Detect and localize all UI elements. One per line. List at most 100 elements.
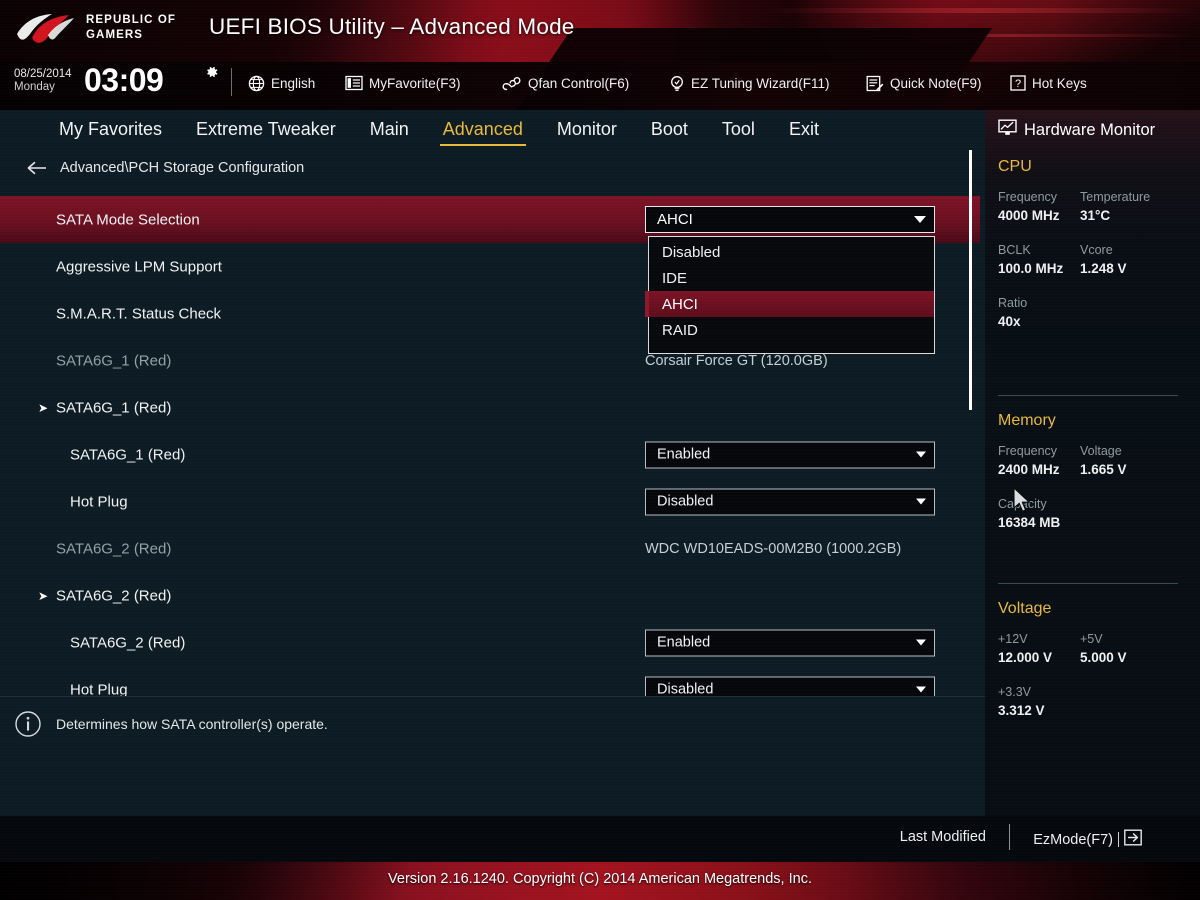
tab-tool[interactable]: Tool bbox=[705, 117, 772, 145]
header-streak bbox=[760, 8, 1200, 13]
mouse-cursor bbox=[1013, 487, 1033, 515]
header-item-hot-keys[interactable]: ? Hot Keys bbox=[1010, 72, 1087, 94]
submenu-arrow-icon: ➤ bbox=[38, 588, 49, 603]
system-weekday: Monday bbox=[14, 81, 55, 93]
select-value: Enabled bbox=[657, 446, 711, 463]
select-value: Disabled bbox=[657, 681, 714, 697]
ezmode-label: EzMode(F7) bbox=[1033, 831, 1113, 848]
hw-cell-cpu-bclk: BCLK 100.0 MHz bbox=[998, 242, 1080, 279]
question-icon: ? bbox=[1010, 75, 1026, 91]
select-sata6g-2-enable[interactable]: Enabled bbox=[645, 629, 935, 656]
hw-value: 31°C bbox=[1080, 208, 1111, 223]
chevron-down-icon bbox=[906, 216, 934, 223]
hw-row: BCLK 100.0 MHz Vcore 1.248 V bbox=[998, 242, 1190, 279]
rog-line-2: GAMERS bbox=[86, 29, 144, 41]
gear-icon[interactable] bbox=[203, 64, 219, 80]
tab-main[interactable]: Main bbox=[353, 117, 426, 145]
hw-row: +12V 12.000 V +5V 5.000 V bbox=[998, 631, 1190, 668]
chevron-down-icon bbox=[908, 639, 934, 646]
header-item-label: Hot Keys bbox=[1032, 75, 1087, 91]
back-arrow-icon[interactable] bbox=[26, 160, 48, 176]
globe-icon bbox=[248, 75, 265, 92]
tab-my-favorites[interactable]: My Favorites bbox=[42, 117, 179, 145]
svg-text:?: ? bbox=[1015, 78, 1021, 90]
hw-cell-voltage-12v: +12V 12.000 V bbox=[998, 631, 1080, 668]
exit-arrow-icon bbox=[1124, 829, 1142, 850]
tab-monitor[interactable]: Monitor bbox=[540, 117, 634, 145]
select-sata6g-1-hot-plug[interactable]: Disabled bbox=[645, 488, 935, 515]
hw-key: Vcore bbox=[1080, 243, 1113, 257]
select-sata6g-1-enable[interactable]: Enabled bbox=[645, 441, 935, 468]
main-tab-bar: My Favorites Extreme Tweaker Main Advanc… bbox=[0, 110, 985, 152]
page-title: UEFI BIOS Utility – Advanced Mode bbox=[209, 14, 575, 39]
setting-row-sata6g-1-hot-plug[interactable]: Hot Plug Disabled bbox=[0, 478, 980, 525]
dropdown-option-ahci[interactable]: AHCI bbox=[649, 291, 934, 317]
hw-cell-voltage-33v: +3.3V 3.312 V bbox=[998, 684, 1080, 721]
hw-value: 2400 MHz bbox=[998, 462, 1060, 477]
setting-label: S.M.A.R.T. Status Check bbox=[56, 305, 222, 322]
header-item-ez-tuning-wizard[interactable]: EZ Tuning Wizard(F11) bbox=[669, 72, 830, 94]
setting-row-sata6g-1-enable[interactable]: SATA6G_1 (Red) Enabled bbox=[0, 431, 980, 478]
dropdown-options-sata-mode[interactable]: Disabled IDE AHCI RAID bbox=[648, 236, 935, 354]
select-sata-mode-selection[interactable]: AHCI bbox=[645, 206, 935, 233]
hw-key: +3.3V bbox=[998, 685, 1032, 699]
device-name: Corsair Force GT (120.0GB) bbox=[645, 352, 828, 369]
hw-value: 1.248 V bbox=[1080, 261, 1127, 276]
tab-advanced[interactable]: Advanced bbox=[426, 117, 540, 146]
tab-boot[interactable]: Boot bbox=[634, 117, 705, 145]
setting-label: SATA Mode Selection bbox=[56, 211, 200, 228]
help-bar: Determines how SATA controller(s) operat… bbox=[0, 696, 985, 758]
tab-exit[interactable]: Exit bbox=[772, 117, 836, 145]
last-modified-button[interactable]: Last Modified bbox=[900, 829, 986, 845]
setting-row-sata6g-2-device: SATA6G_2 (Red) WDC WD10EADS-00M2B0 (1000… bbox=[0, 525, 980, 572]
header-item-quick-note[interactable]: Quick Note(F9) bbox=[866, 72, 982, 94]
ezmode-button[interactable]: EzMode(F7) bbox=[1033, 829, 1142, 850]
hw-row: +3.3V 3.312 V bbox=[998, 684, 1190, 721]
system-clock: 03:09 bbox=[84, 62, 164, 98]
hw-cell-voltage-5v: +5V 5.000 V bbox=[1080, 631, 1190, 668]
footer-bar: Version 2.16.1240. Copyright (C) 2014 Am… bbox=[0, 862, 1200, 900]
hw-group-title: Memory bbox=[998, 412, 1056, 429]
hw-key: Ratio bbox=[998, 296, 1028, 310]
device-name: WDC WD10EADS-00M2B0 (1000.2GB) bbox=[645, 540, 902, 557]
setting-row-sata6g-2-submenu[interactable]: ➤ SATA6G_2 (Red) bbox=[0, 572, 980, 619]
breadcrumb-path: Advanced\PCH Storage Configuration bbox=[60, 160, 305, 176]
hardware-monitor-panel: Hardware Monitor CPU Frequency 4000 MHz … bbox=[985, 110, 1200, 816]
hw-value: 3.312 V bbox=[998, 703, 1045, 718]
hw-cell-cpu-frequency: Frequency 4000 MHz bbox=[998, 189, 1080, 226]
setting-label: SATA6G_2 (Red) bbox=[70, 634, 186, 651]
setting-row-sata6g-2-enable[interactable]: SATA6G_2 (Red) Enabled bbox=[0, 619, 980, 666]
rog-line-1: REPUBLIC OF bbox=[86, 14, 177, 26]
content-scrollbar[interactable] bbox=[969, 150, 972, 410]
select-value: AHCI bbox=[657, 211, 693, 228]
bottom-divider bbox=[1009, 824, 1010, 850]
setting-label: SATA6G_1 (Red) bbox=[56, 352, 172, 369]
dropdown-option-raid[interactable]: RAID bbox=[649, 317, 934, 343]
setting-label: Aggressive LPM Support bbox=[56, 258, 222, 275]
setting-row-sata6g-1-submenu[interactable]: ➤ SATA6G_1 (Red) bbox=[0, 384, 980, 431]
info-icon bbox=[15, 711, 41, 737]
system-datetime: 08/25/2014 Monday bbox=[14, 68, 72, 94]
hw-cell-cpu-temperature: Temperature 31°C bbox=[1080, 189, 1190, 226]
header-item-qfan-control[interactable]: Qfan Control(F6) bbox=[502, 72, 629, 94]
select-sata6g-2-hot-plug[interactable]: Disabled bbox=[645, 676, 935, 696]
header-item-myfavorite[interactable]: MyFavorite(F3) bbox=[345, 72, 461, 94]
list-icon bbox=[345, 75, 363, 91]
hw-value: 1.665 V bbox=[1080, 462, 1127, 477]
hw-key: Frequency bbox=[998, 190, 1058, 204]
hw-cell-cpu-ratio: Ratio 40x bbox=[998, 295, 1080, 332]
hw-group-title: CPU bbox=[998, 158, 1032, 175]
hw-row: Frequency 2400 MHz Voltage 1.665 V bbox=[998, 443, 1190, 480]
header-item-language[interactable]: English bbox=[248, 72, 315, 94]
setting-row-sata6g-2-hot-plug[interactable]: Hot Plug Disabled bbox=[0, 666, 980, 696]
select-value: Enabled bbox=[657, 634, 711, 651]
tab-extreme-tweaker[interactable]: Extreme Tweaker bbox=[179, 117, 353, 145]
header-item-label: Quick Note(F9) bbox=[890, 75, 982, 91]
hardware-monitor-label: Hardware Monitor bbox=[1024, 120, 1156, 139]
chevron-down-icon bbox=[908, 451, 934, 458]
select-value: Disabled bbox=[657, 493, 714, 510]
header-item-label: EZ Tuning Wizard(F11) bbox=[691, 75, 830, 91]
dropdown-option-ide[interactable]: IDE bbox=[649, 265, 934, 291]
dropdown-option-disabled[interactable]: Disabled bbox=[649, 239, 934, 265]
setting-label: SATA6G_2 (Red) bbox=[56, 540, 172, 557]
